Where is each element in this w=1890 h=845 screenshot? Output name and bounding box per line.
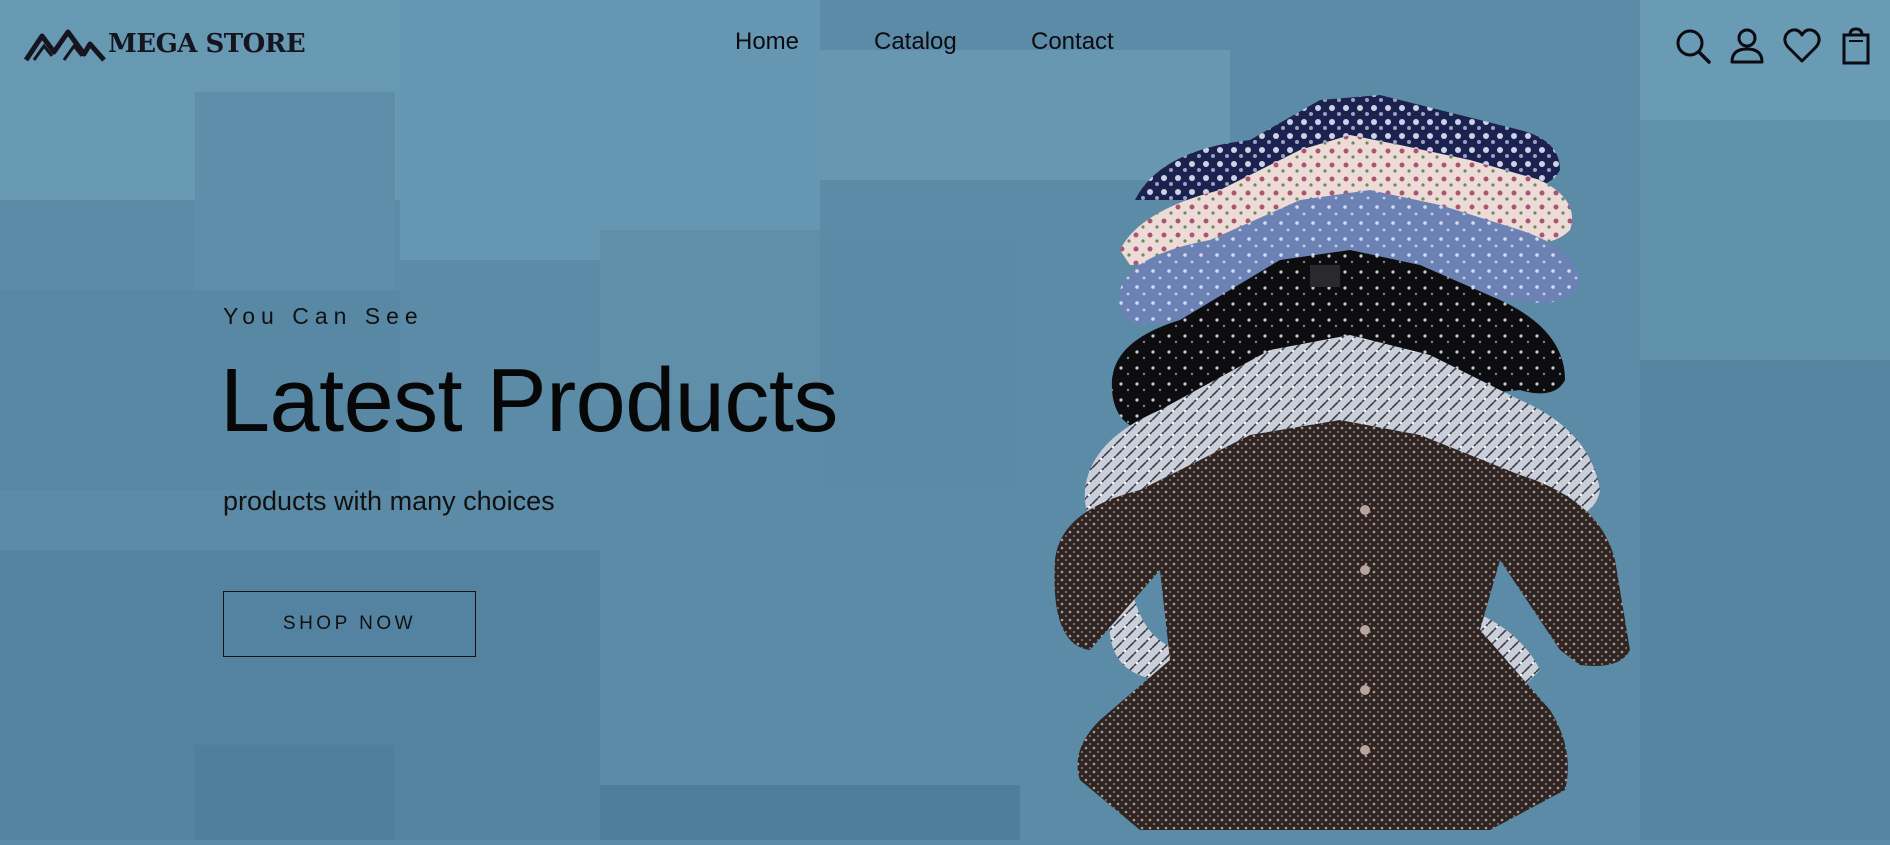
hero-headline: Latest Products bbox=[220, 351, 838, 451]
shopping-bag-icon[interactable] bbox=[1836, 26, 1876, 66]
nav-item-contact[interactable]: Contact bbox=[1031, 28, 1114, 56]
user-icon[interactable] bbox=[1727, 26, 1767, 66]
brand-name: MEGA STORE bbox=[108, 29, 306, 59]
shop-now-button[interactable]: SHOP NOW bbox=[223, 591, 476, 657]
nav-item-catalog[interactable]: Catalog bbox=[874, 28, 957, 56]
search-icon[interactable] bbox=[1673, 26, 1713, 66]
site-header: MEGA STORE Home Catalog Contact bbox=[0, 0, 1890, 90]
heart-icon[interactable] bbox=[1782, 26, 1822, 66]
mountains-logo-icon bbox=[24, 29, 106, 62]
nav-item-home[interactable]: Home bbox=[735, 28, 799, 56]
brand-logo[interactable]: MEGA STORE bbox=[24, 26, 306, 62]
hero-subline: products with many choices bbox=[223, 486, 555, 516]
hero-eyebrow: You Can See bbox=[223, 303, 424, 329]
hero-product-image bbox=[1020, 90, 1740, 840]
